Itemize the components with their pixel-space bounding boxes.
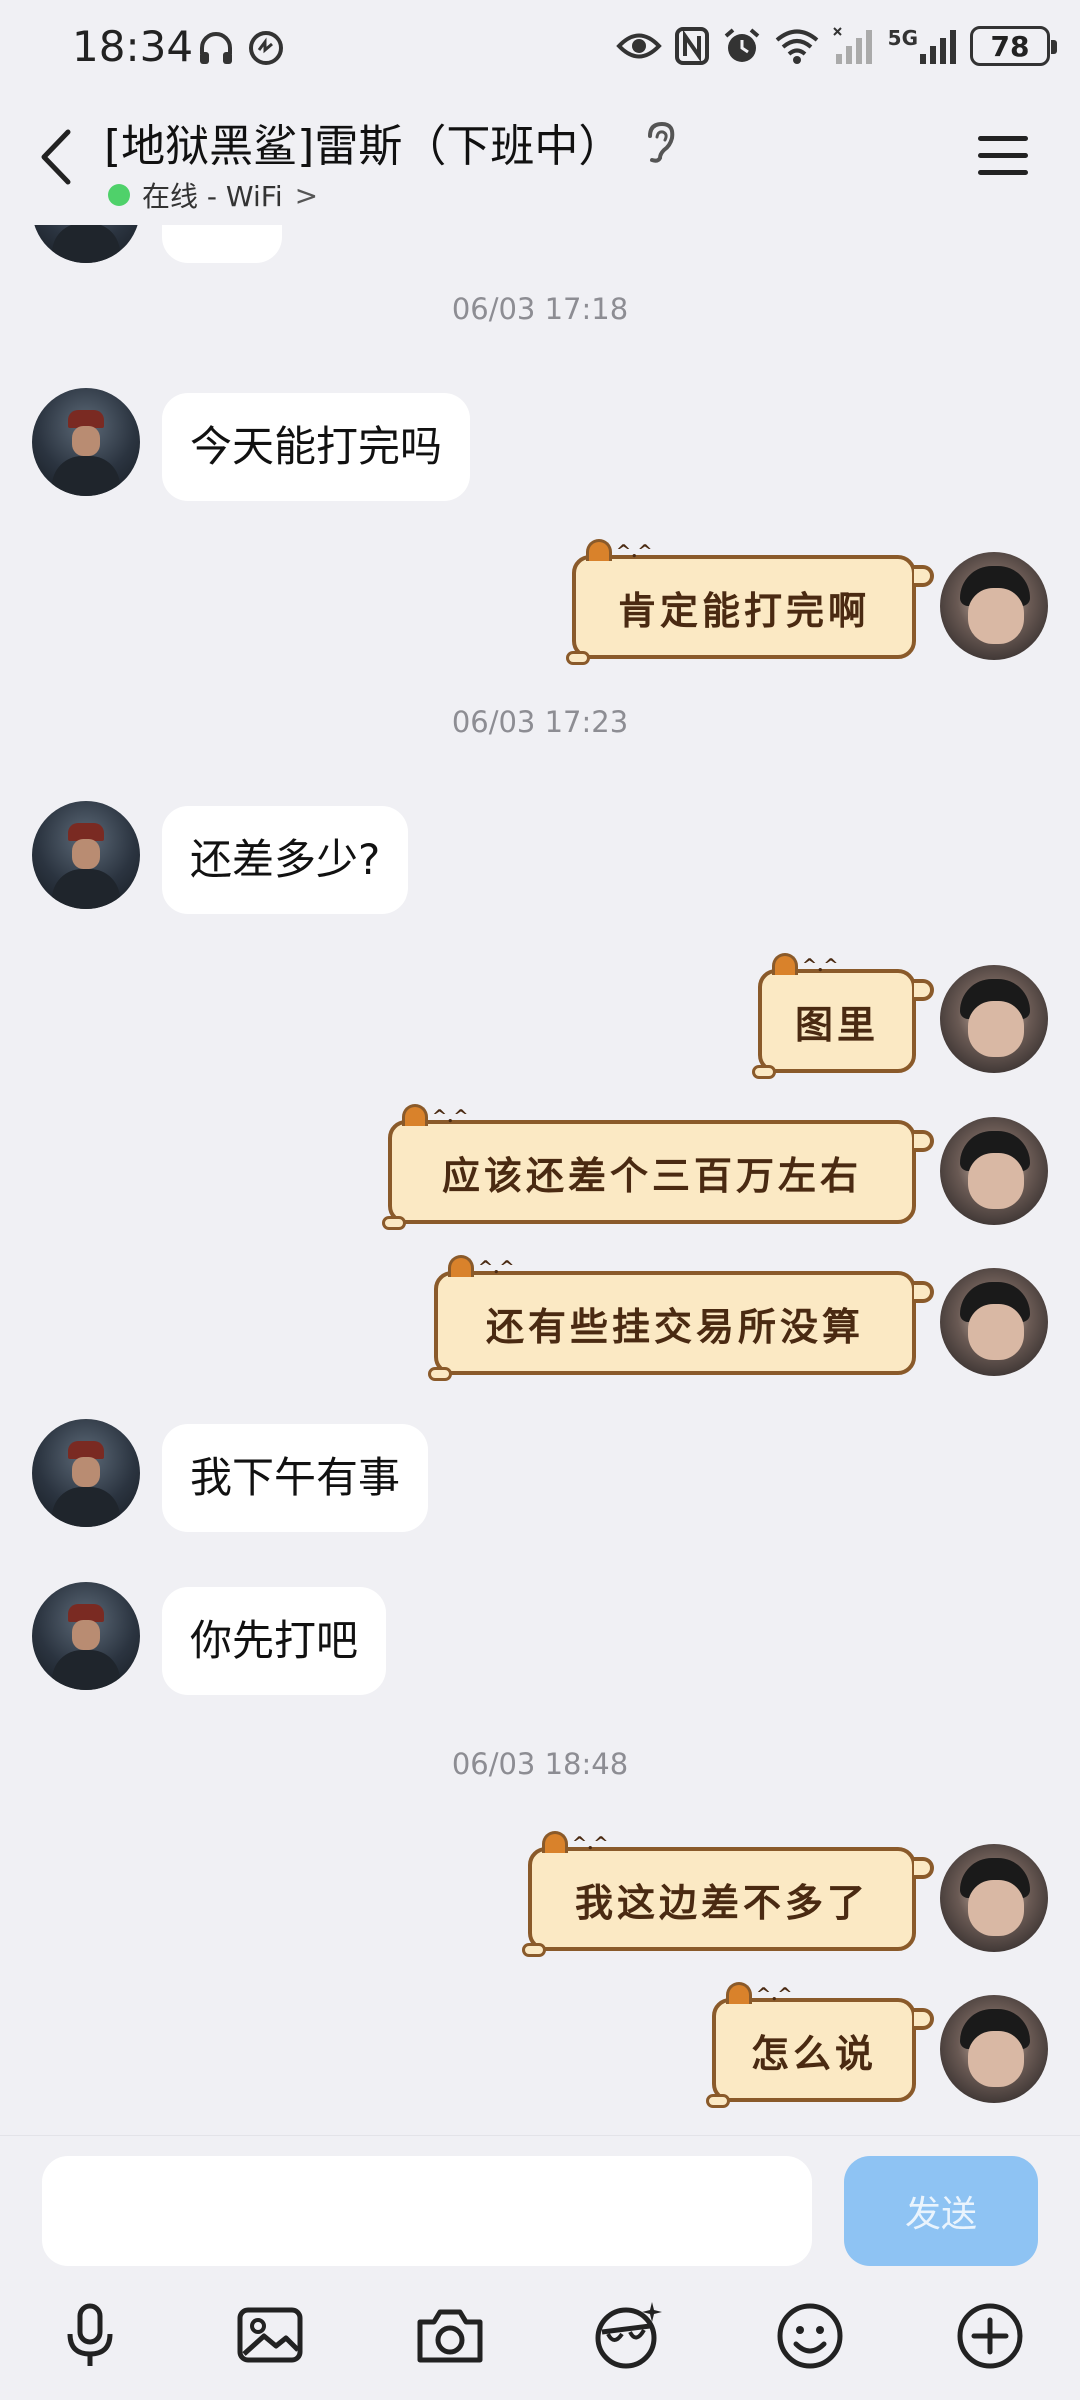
nfc-icon <box>674 27 709 65</box>
signal-5g: 5G <box>888 26 958 66</box>
online-status-line[interactable]: 在线 - WiFi > <box>108 175 318 215</box>
send-button[interactable]: 发送 <box>844 2156 1038 2266</box>
alarm-icon <box>724 28 759 62</box>
timestamp: 06/03 17:18 <box>451 292 629 326</box>
message-text: 肯定能打完啊 <box>617 587 870 633</box>
signal-weak-icon <box>832 27 872 64</box>
message-bubble-received[interactable]: 我下午有事 <box>162 1424 429 1532</box>
composer: 发送 <box>0 2135 1080 2400</box>
message-bubble-sent[interactable]: ^.^ 应该还差个三百万左右 <box>382 1104 934 1230</box>
avatar[interactable] <box>940 1117 1048 1225</box>
emoji-icon[interactable] <box>770 2296 850 2376</box>
message-text: 还有些挂交易所没算 <box>485 1303 864 1349</box>
avatar[interactable] <box>940 552 1048 660</box>
menu-icon[interactable] <box>978 136 1028 178</box>
contact-name[interactable]: [地狱黑鲨]雷斯（下班中） <box>104 110 622 174</box>
message-bubble-sent[interactable]: ^.^ 图里 <box>752 953 934 1079</box>
chevron-right-icon: > <box>294 178 319 212</box>
avatar[interactable] <box>32 1419 140 1527</box>
status-bar: 18:34 5G 78 <box>0 0 1080 100</box>
status-left-icons <box>196 28 286 68</box>
message-bubble-partial <box>162 225 282 263</box>
message-bubble-sent[interactable]: ^.^ 还有些挂交易所没算 <box>428 1255 934 1381</box>
status-time: 18:34 <box>72 22 194 71</box>
sticker-icon[interactable] <box>588 2296 668 2376</box>
timestamp: 06/03 18:48 <box>451 1747 629 1781</box>
ear-icon[interactable] <box>640 120 680 164</box>
message-input[interactable] <box>42 2156 812 2266</box>
network-type-label: 5G <box>887 26 918 50</box>
wifi-icon <box>775 29 818 64</box>
message-text: 图里 <box>794 1001 879 1047</box>
data-saver-icon <box>249 31 283 65</box>
image-icon[interactable] <box>230 2296 310 2376</box>
message-bubble-received[interactable]: 你先打吧 <box>162 1587 387 1695</box>
avatar[interactable] <box>32 225 140 263</box>
message-bubble-sent[interactable]: ^.^ 怎么说 <box>706 1982 934 2108</box>
battery-indicator: 78 <box>970 26 1057 66</box>
message-bubble-received[interactable]: 今天能打完吗 <box>162 393 471 501</box>
avatar[interactable] <box>940 1268 1048 1376</box>
message-bubble-sent[interactable]: ^.^ 我这边差不多了 <box>522 1831 934 1957</box>
message-text: 我这边差不多了 <box>574 1879 869 1925</box>
back-arrow-icon[interactable] <box>30 122 80 192</box>
online-status: 在线 - WiFi <box>142 180 283 213</box>
avatar[interactable] <box>940 1844 1048 1952</box>
message-bubble-sent[interactable]: ^.^ 肯定能打完啊 <box>566 539 934 665</box>
camera-icon[interactable] <box>410 2296 490 2376</box>
microphone-icon[interactable] <box>50 2296 130 2376</box>
chat-header: [地狱黑鲨]雷斯（下班中） 在线 - WiFi > <box>0 100 1080 225</box>
composer-toolbar <box>0 2296 1080 2386</box>
avatar[interactable] <box>32 388 140 496</box>
message-list[interactable]: 06/03 17:18 今天能打完吗 ^.^ 肯定能打完啊 06/03 17:2… <box>0 225 1080 2135</box>
message-bubble-received[interactable]: 还差多少? <box>162 806 409 914</box>
message-text: 应该还差个三百万左右 <box>441 1152 862 1198</box>
timestamp: 06/03 17:23 <box>451 705 629 739</box>
avatar[interactable] <box>32 801 140 909</box>
headphones-icon <box>200 32 232 64</box>
status-right-icons: 5G 78 <box>615 26 1057 66</box>
avatar[interactable] <box>940 1995 1048 2103</box>
message-text: 怎么说 <box>750 2030 877 2076</box>
signal-strong-icon <box>920 30 956 64</box>
battery-level: 78 <box>990 29 1030 63</box>
plus-icon[interactable] <box>950 2296 1030 2376</box>
avatar[interactable] <box>940 965 1048 1073</box>
avatar[interactable] <box>32 1582 140 1690</box>
online-dot-icon <box>108 184 130 206</box>
eye-icon <box>615 33 662 59</box>
